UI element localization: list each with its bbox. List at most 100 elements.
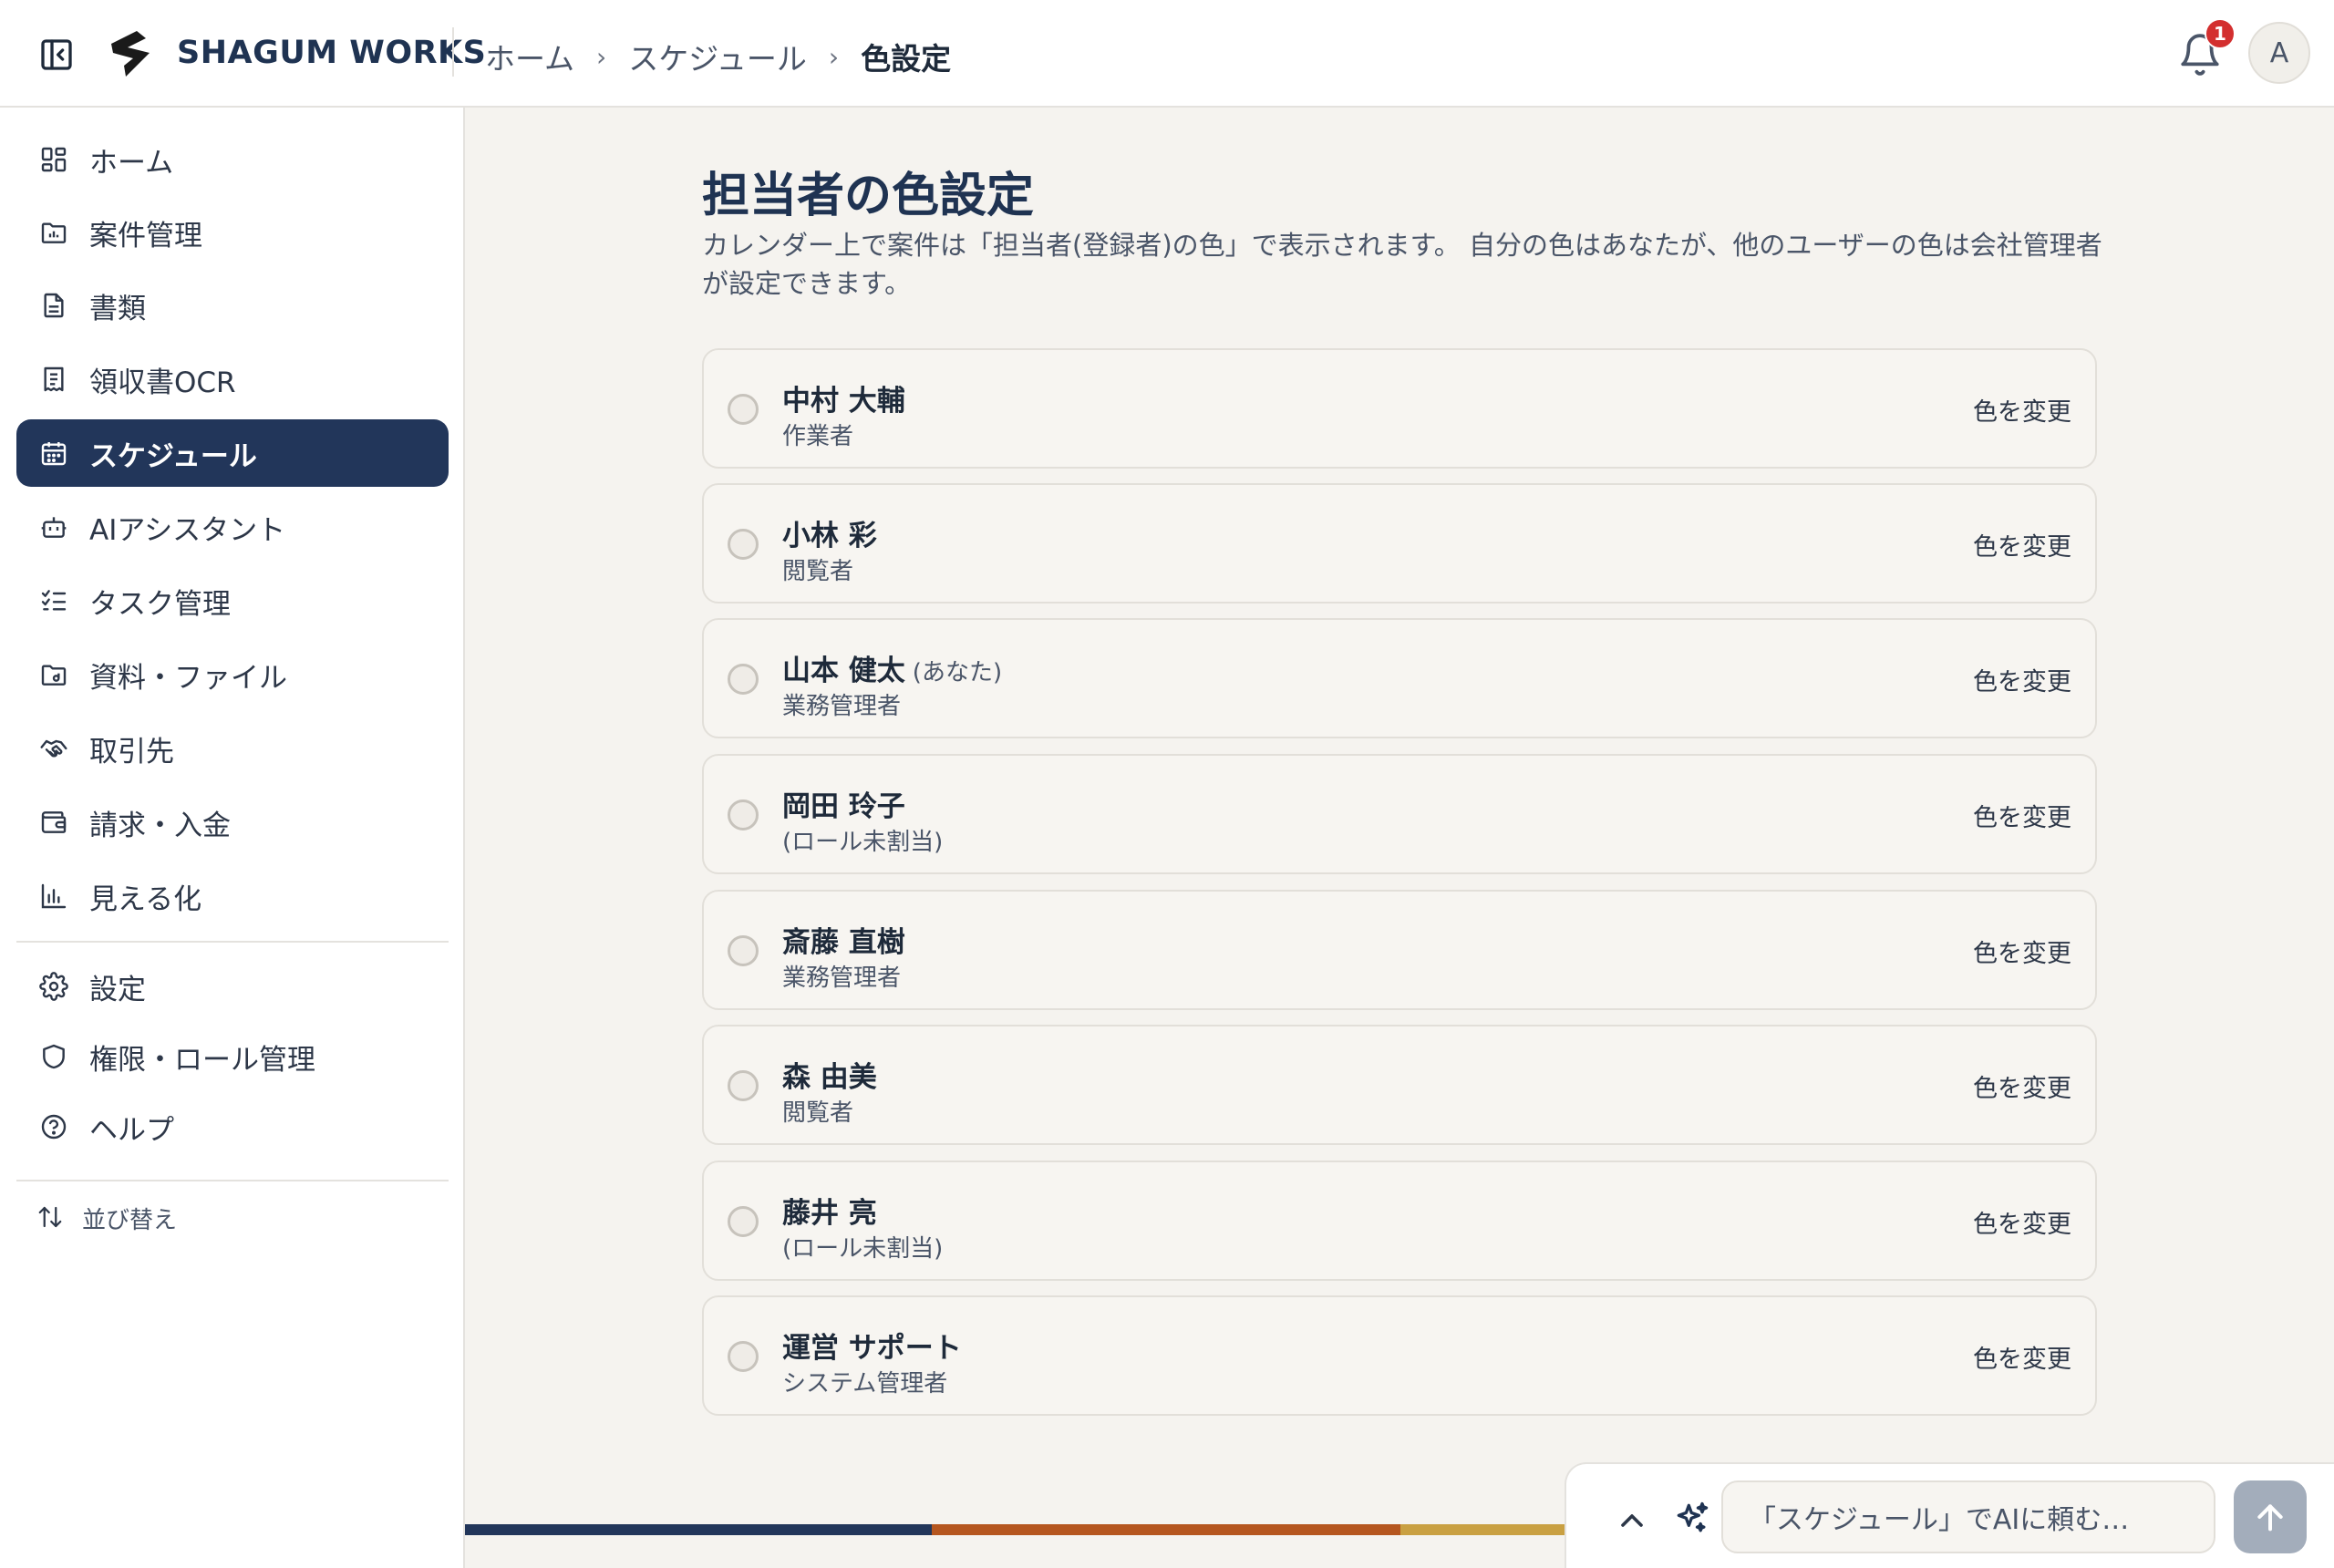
user-name: 斎藤 直樹 — [782, 926, 905, 959]
sidebar-toggle-icon[interactable] — [36, 35, 77, 75]
ai-prompt-panel: 「スケジュール」でAIに頼む… — [1565, 1462, 2334, 1568]
avatar[interactable]: A — [2248, 22, 2310, 84]
folder-chart-icon — [38, 217, 69, 248]
user-name: 運営 サポート — [782, 1332, 962, 1365]
sidebar-item-files[interactable]: 資料・ファイル — [16, 641, 449, 708]
user-role: (ロール未割当) — [782, 829, 944, 856]
page-description: カレンダー上で案件は「担当者(登録者)の色」で表示されます。 自分の色はあなたが… — [702, 230, 2102, 299]
sidebar-item-settings[interactable]: 設定 — [16, 953, 449, 1020]
sidebar-item-help[interactable]: ヘルプ — [16, 1093, 449, 1161]
change-color-button[interactable]: 色を変更 — [1973, 392, 2071, 428]
color-swatch-radio[interactable] — [728, 664, 759, 695]
sidebar-item-clients[interactable]: 取引先 — [16, 715, 449, 782]
sidebar-item-label: タスク管理 — [89, 587, 231, 621]
user-role: 業務管理者 — [782, 693, 902, 720]
sidebar-item-schedule[interactable]: スケジュール — [16, 419, 449, 487]
change-color-button[interactable]: 色を変更 — [1973, 934, 2071, 969]
handshake-icon — [38, 733, 69, 764]
sidebar-divider — [16, 941, 449, 943]
sidebar-item-label: 領収書OCR — [89, 366, 236, 399]
you-suffix: (あなた) — [912, 659, 1003, 686]
sidebar-item-label: AIアシスタント — [89, 513, 286, 547]
user-card: 運営 サポート システム管理者 色を変更 — [702, 1295, 2097, 1416]
user-role: (ロール未割当) — [782, 1235, 944, 1263]
sparkle-icon — [1672, 1499, 1712, 1539]
user-card: 岡田 玲子 (ロール未割当) 色を変更 — [702, 754, 2097, 874]
user-card: 藤井 亮 (ロール未割当) 色を変更 — [702, 1161, 2097, 1281]
sidebar-item-visualization[interactable]: 見える化 — [16, 862, 449, 930]
breadcrumb-current: 色設定 — [861, 41, 952, 77]
brand-name[interactable]: SHAGUM WORKS — [177, 35, 486, 71]
wallet-icon — [38, 807, 69, 838]
brand-logo-icon — [106, 29, 157, 78]
sidebar-item-label: ヘルプ — [89, 1113, 174, 1147]
sidebar-item-home[interactable]: ホーム — [16, 126, 449, 193]
change-color-button[interactable]: 色を変更 — [1973, 1339, 2071, 1375]
sidebar-item-permissions[interactable]: 権限・ロール管理 — [16, 1023, 449, 1090]
user-card: 小林 彩 閲覧者 色を変更 — [702, 483, 2097, 603]
change-color-button[interactable]: 色を変更 — [1973, 1068, 2071, 1104]
change-color-button[interactable]: 色を変更 — [1973, 662, 2071, 697]
sidebar-item-receipt-ocr[interactable]: 領収書OCR — [16, 346, 449, 413]
chevron-right-icon: › — [596, 41, 607, 72]
sidebar-item-label: 取引先 — [89, 735, 174, 769]
user-card: 斎藤 直樹 業務管理者 色を変更 — [702, 890, 2097, 1010]
color-swatch-radio[interactable] — [728, 394, 759, 425]
sidebar-item-label: 見える化 — [89, 882, 202, 916]
ai-prompt-input[interactable]: 「スケジュール」でAIに頼む… — [1721, 1480, 2215, 1553]
brand-color-strip-navy — [465, 1524, 932, 1535]
gear-icon — [38, 971, 69, 1002]
user-name: 小林 彩 — [782, 520, 877, 552]
grid-icon — [38, 144, 69, 175]
bot-icon — [38, 511, 69, 542]
color-swatch-radio[interactable] — [728, 1070, 759, 1101]
sidebar: ホーム 案件管理 書類 領収書OCR スケジュール AIアシスタント タスク管理… — [0, 108, 465, 1568]
send-button[interactable] — [2234, 1480, 2307, 1553]
color-swatch-radio[interactable] — [728, 935, 759, 966]
user-role: システム管理者 — [782, 1370, 948, 1398]
help-circle-icon — [38, 1111, 69, 1142]
sidebar-item-tasks[interactable]: タスク管理 — [16, 567, 449, 634]
sidebar-item-ai-assistant[interactable]: AIアシスタント — [16, 493, 449, 561]
sidebar-divider — [16, 1180, 449, 1181]
notification-badge: 1 — [2205, 18, 2236, 49]
brand-color-strip-rust — [932, 1524, 1400, 1535]
sidebar-item-label: スケジュール — [89, 439, 257, 473]
change-color-button[interactable]: 色を変更 — [1973, 527, 2071, 562]
user-name-row: 山本 健太 (あなた) — [782, 647, 1002, 688]
user-card: 山本 健太 (あなた) 業務管理者 色を変更 — [702, 618, 2097, 738]
color-swatch-radio[interactable] — [728, 1206, 759, 1237]
sidebar-item-projects[interactable]: 案件管理 — [16, 199, 449, 266]
bar-chart-icon — [38, 881, 69, 912]
sidebar-item-label: 設定 — [89, 973, 146, 1006]
user-card: 中村 大輔 作業者 色を変更 — [702, 348, 2097, 469]
shield-icon — [38, 1041, 69, 1072]
header-divider — [452, 27, 454, 77]
sidebar-item-label: 書類 — [89, 292, 146, 325]
folder-file-icon — [38, 659, 69, 690]
sidebar-item-label: 権限・ロール管理 — [89, 1043, 315, 1077]
color-swatch-radio[interactable] — [728, 799, 759, 830]
chevron-up-icon[interactable] — [1614, 1502, 1650, 1539]
breadcrumb-schedule[interactable]: スケジュール — [628, 35, 807, 78]
user-role: 業務管理者 — [782, 965, 902, 992]
user-name: 中村 大輔 — [782, 385, 905, 418]
checklist-icon — [38, 585, 69, 616]
user-role: 閲覧者 — [782, 1099, 854, 1127]
sidebar-item-label: 案件管理 — [89, 219, 202, 253]
document-icon — [38, 290, 69, 321]
sidebar-item-billing[interactable]: 請求・入金 — [16, 789, 449, 856]
sort-button[interactable]: 並び替え — [16, 1192, 290, 1243]
color-swatch-radio[interactable] — [728, 529, 759, 560]
change-color-button[interactable]: 色を変更 — [1973, 1204, 2071, 1240]
sidebar-item-label: 資料・ファイル — [89, 661, 287, 695]
sidebar-item-documents[interactable]: 書類 — [16, 272, 449, 339]
change-color-button[interactable]: 色を変更 — [1973, 798, 2071, 833]
sort-arrows-icon — [36, 1203, 66, 1233]
calendar-icon — [38, 438, 69, 469]
chevron-right-icon: › — [828, 41, 840, 72]
sort-label: 並び替え — [82, 1206, 178, 1234]
user-card: 森 由美 閲覧者 色を変更 — [702, 1025, 2097, 1145]
color-swatch-radio[interactable] — [728, 1341, 759, 1372]
breadcrumb-home[interactable]: ホーム — [485, 35, 574, 78]
